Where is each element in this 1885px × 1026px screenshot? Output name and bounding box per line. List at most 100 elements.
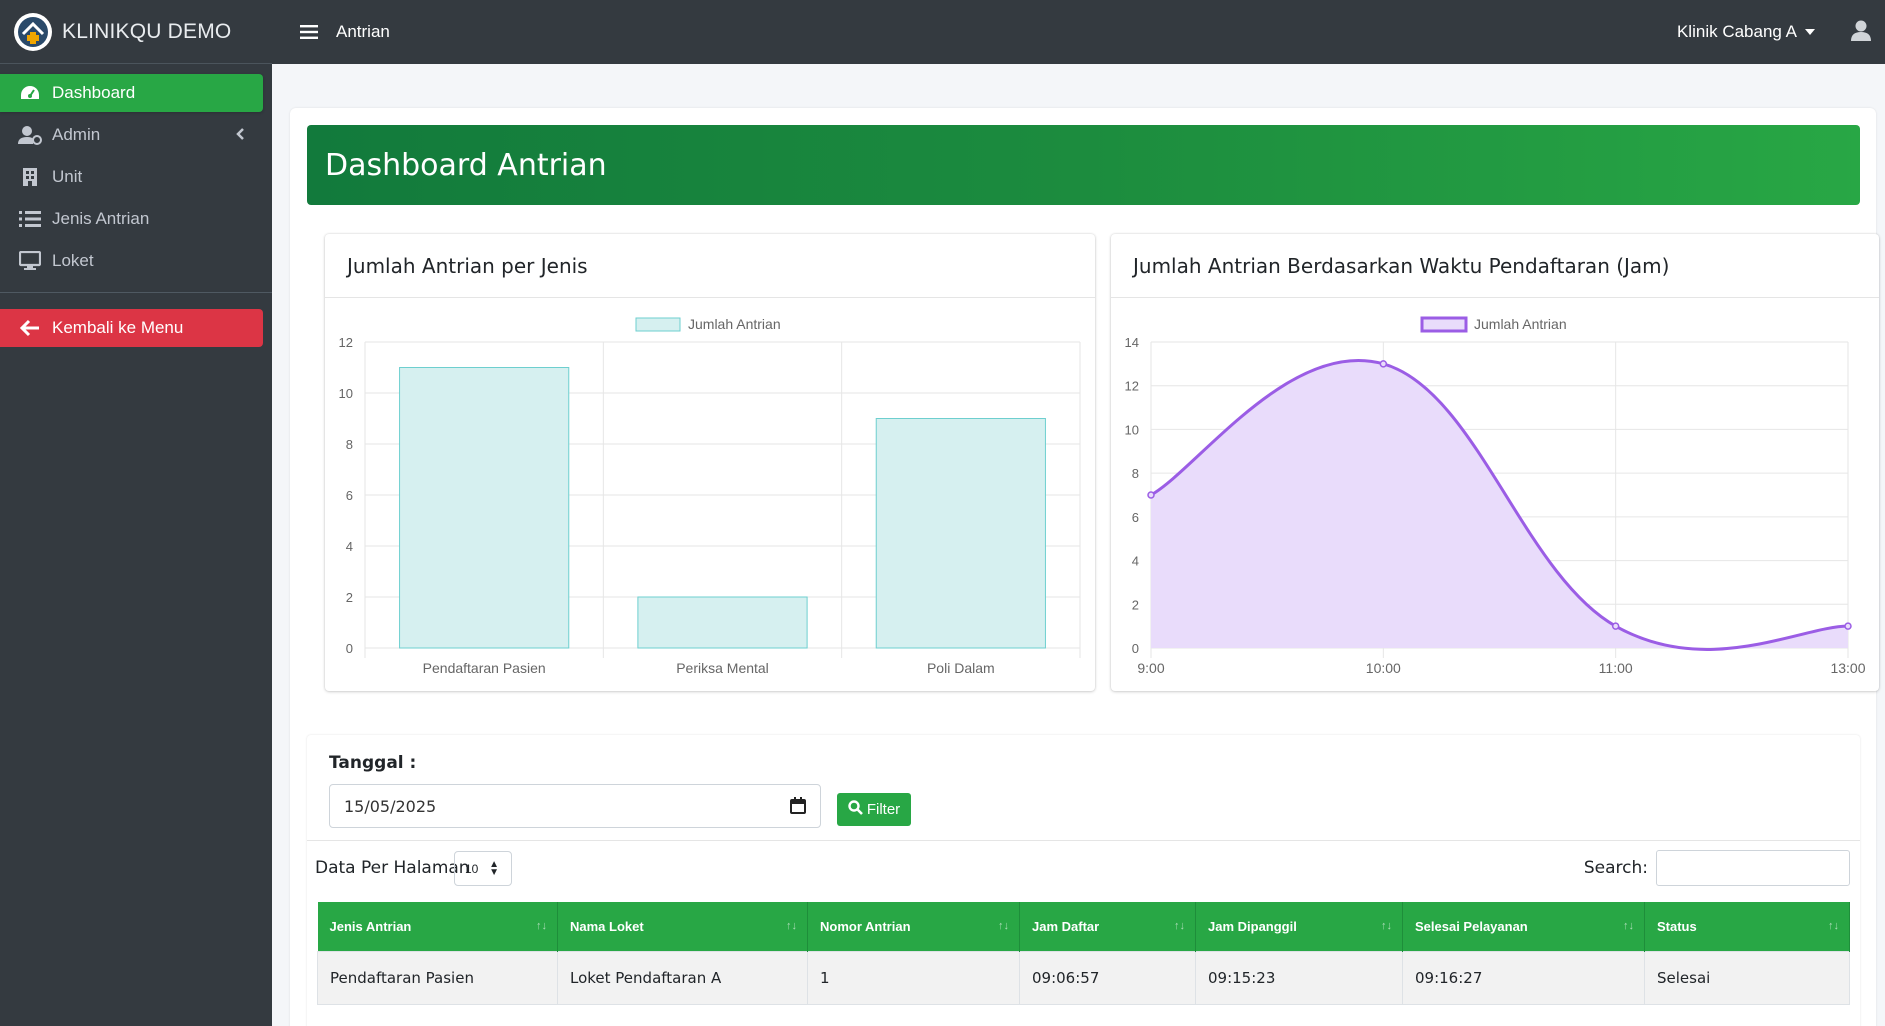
bar — [875, 418, 1046, 649]
sidebar-item-unit[interactable]: Unit — [0, 158, 263, 196]
bar-chart-title: Jumlah Antrian per Jenis — [325, 234, 1095, 298]
page-length-select[interactable]: 10 ▲ ▼ — [454, 851, 512, 886]
sidebar-item-label: Unit — [52, 167, 83, 186]
column-header-nama-loket[interactable]: Nama Loket ↑↓ — [557, 902, 808, 951]
y-tick-label: 8 — [346, 437, 353, 452]
hamburger-menu-icon[interactable] — [298, 21, 320, 43]
y-tick-label: 10 — [1125, 422, 1139, 437]
user-icon[interactable] — [1851, 20, 1871, 47]
caret-down-icon — [1805, 29, 1815, 35]
sidebar-item-label: Dashboard — [52, 83, 136, 102]
column-header-label: Nomor Antrian — [820, 918, 911, 934]
line-chart-card: Jumlah Antrian Berdasarkan Waktu Pendaft… — [1111, 234, 1879, 691]
y-tick-label: 6 — [1132, 510, 1139, 525]
column-header-nomor-antrian[interactable]: Nomor Antrian ↑↓ — [807, 902, 1020, 951]
page-length-label: Data Per Halaman — [315, 858, 470, 878]
filter-button[interactable]: Filter — [837, 793, 911, 826]
sort-icon: ↑↓ — [998, 920, 1009, 932]
date-input-value: 15/05/2025 — [344, 796, 437, 816]
x-tick-label: 13:00 — [1830, 660, 1865, 676]
bar-chart: Jumlah Antrian 0 2 4 6 8 10 12 Pendaftaran Pasie… — [339, 316, 1081, 676]
bar-chart-card: Jumlah Antrian per Jenis Jumlah Antrian 0… — [325, 234, 1095, 691]
y-tick-label: 2 — [1132, 597, 1139, 612]
column-header-jam-dipanggil[interactable]: Jam Dipanggil ↑↓ — [1195, 902, 1403, 951]
y-tick-label: 8 — [1132, 466, 1139, 481]
sidebar-item-loket[interactable]: Loket — [0, 242, 263, 280]
table-cell: Selesai — [1644, 950, 1850, 1005]
column-header-label: Jam Daftar — [1032, 918, 1100, 934]
branch-label: Klinik Cabang A — [1676, 22, 1797, 41]
brand-logo-icon — [14, 12, 52, 51]
column-header-jam-daftar[interactable]: Jam Daftar ↑↓ — [1019, 902, 1196, 951]
data-point — [1379, 360, 1388, 368]
queue-table-card: Tanggal : 15/05/2025 Filter Data Per Hal… — [307, 735, 1860, 1026]
topbar-title[interactable]: Antrian — [336, 22, 390, 42]
y-tick-label: 14 — [1125, 335, 1139, 350]
monitor-icon — [18, 249, 42, 273]
column-header-label: Nama Loket — [570, 918, 644, 934]
y-tick-label: 12 — [1125, 379, 1139, 394]
legend-swatch — [635, 317, 681, 332]
building-icon — [18, 165, 42, 189]
data-point — [1147, 491, 1155, 499]
calendar-icon[interactable] — [790, 797, 806, 818]
table-cell: 1 — [807, 950, 1020, 1005]
sidebar-item-label: Admin — [52, 125, 101, 144]
branch-dropdown[interactable]: Klinik Cabang A — [1677, 22, 1815, 42]
dashboard-header: Dashboard Antrian — [307, 125, 1860, 205]
user-cog-icon — [18, 123, 42, 147]
y-tick-label: 0 — [1132, 641, 1139, 656]
page-length-value: 10 — [465, 861, 479, 876]
sidebar-item-dashboard[interactable]: Dashboard — [0, 74, 263, 112]
x-tick-label: 10:00 — [1366, 660, 1401, 676]
y-tick-label: 6 — [346, 488, 353, 503]
column-header-label: Jenis Antrian — [329, 918, 412, 934]
sort-updown-icon: ▲ ▼ — [489, 859, 499, 878]
bar — [399, 367, 570, 649]
search-label: Search: — [1583, 858, 1648, 878]
table-row[interactable]: Pendaftaran Pasien Loket Pendaftaran A 1… — [317, 950, 1850, 1005]
bar — [637, 596, 808, 649]
back-to-menu-button[interactable]: Kembali ke Menu — [0, 309, 263, 347]
column-header-label: Status — [1657, 918, 1697, 934]
column-header-label: Jam Dipanggil — [1208, 918, 1297, 934]
sidebar-item-label: Loket — [52, 251, 94, 270]
line-chart-title: Jumlah Antrian Berdasarkan Waktu Pendaft… — [1111, 234, 1879, 298]
y-tick-label: 10 — [339, 386, 353, 401]
sidebar-nav: Dashboard Admin Unit Jenis Antrian Loket… — [0, 64, 272, 347]
legend-label: Jumlah Antrian — [688, 316, 781, 332]
sort-icon: ↑↓ — [1828, 920, 1839, 932]
sort-icon: ↑↓ — [1381, 920, 1392, 932]
column-header-selesai-pelayanan[interactable]: Selesai Pelayanan ↑↓ — [1402, 902, 1645, 951]
table-header-row: Jenis Antrian ↑↓ Nama Loket ↑↓ Nomor Antri… — [317, 902, 1850, 951]
sidebar-item-admin[interactable]: Admin — [0, 116, 263, 154]
chevron-left-icon — [235, 126, 245, 146]
divider — [307, 840, 1860, 841]
queue-table: Jenis Antrian ↑↓ Nama Loket ↑↓ Nomor Antri… — [317, 902, 1850, 1005]
x-tick-label: Poli Dalam — [927, 660, 995, 676]
sidebar-item-jenis-antrian[interactable]: Jenis Antrian — [0, 200, 263, 238]
data-point — [1611, 622, 1620, 630]
arrow-left-icon — [18, 316, 42, 340]
y-tick-label: 2 — [346, 590, 353, 605]
y-tick-label: 0 — [346, 641, 353, 656]
date-filter-label: Tanggal : — [329, 753, 417, 773]
data-point — [1844, 622, 1852, 630]
table-cell: 09:16:27 — [1402, 950, 1645, 1005]
date-input[interactable]: 15/05/2025 — [329, 784, 821, 828]
search-input[interactable] — [1656, 850, 1850, 886]
x-tick-label: 9:00 — [1137, 660, 1164, 676]
x-tick-label: 11:00 — [1599, 660, 1633, 676]
table-cell: 09:06:57 — [1019, 950, 1196, 1005]
column-header-status[interactable]: Status ↑↓ — [1644, 902, 1850, 951]
search-icon — [848, 800, 863, 819]
list-icon — [18, 207, 42, 231]
y-tick-label: 12 — [339, 335, 353, 350]
brand[interactable]: KLINIKQU DEMO — [0, 0, 272, 64]
sort-icon: ↑↓ — [1623, 920, 1634, 932]
table-cell: Pendaftaran Pasien — [317, 950, 558, 1005]
legend-label: Jumlah Antrian — [1474, 316, 1567, 332]
back-to-menu-label: Kembali ke Menu — [52, 318, 184, 337]
column-header-label: Selesai Pelayanan — [1415, 918, 1528, 934]
column-header-jenis-antrian[interactable]: Jenis Antrian ↑↓ — [317, 902, 558, 951]
